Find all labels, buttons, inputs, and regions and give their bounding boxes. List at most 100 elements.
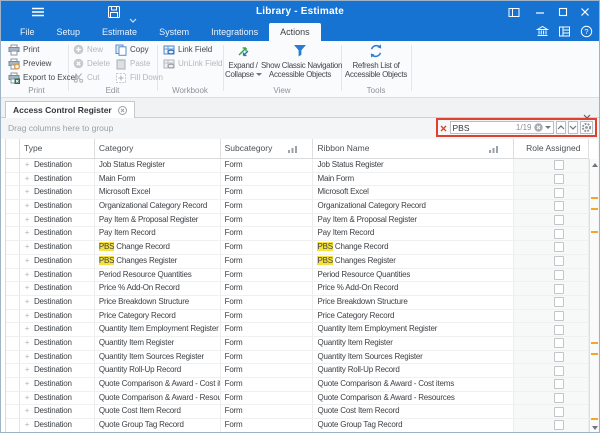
table-row[interactable]: +Destination Price Breakdown Structure F…	[6, 296, 589, 310]
expand-icon[interactable]: +	[20, 241, 34, 254]
table-row[interactable]: +Destination Quote Cost Item Record Form…	[6, 405, 589, 419]
find-next-button[interactable]	[568, 121, 578, 134]
expand-icon[interactable]: +	[20, 405, 34, 418]
copy-button[interactable]: Copy	[115, 43, 149, 56]
tab-setup[interactable]: Setup	[46, 23, 92, 41]
search-input[interactable]	[453, 123, 514, 133]
table-row[interactable]: +Destination Price Category Record Form …	[6, 310, 589, 324]
table-row[interactable]: +Destination Period Resource Quantities …	[6, 269, 589, 283]
role-assigned-checkbox[interactable]	[554, 297, 564, 307]
table-row[interactable]: +Destination Quote Comparison & Award - …	[6, 378, 589, 392]
mdi-window-icon[interactable]	[505, 4, 523, 20]
column-header-role-assigned[interactable]: Role Assigned	[514, 139, 589, 158]
find-previous-button[interactable]	[556, 121, 566, 134]
role-assigned-checkbox[interactable]	[554, 366, 564, 376]
refresh-accessible-objects-button[interactable]: Refresh List of Accessible Objects	[341, 42, 411, 84]
column-header-subcategory[interactable]: Subcategory	[221, 139, 314, 158]
column-header-ribbon-name[interactable]: Ribbon Name	[313, 139, 514, 158]
table-row[interactable]: +Destination Quantity Item Employment Re…	[6, 323, 589, 337]
vertical-scrollbar[interactable]	[589, 159, 598, 433]
filter-icon[interactable]	[288, 145, 298, 153]
expand-icon[interactable]: +	[20, 310, 34, 323]
expand-icon[interactable]: +	[20, 419, 34, 432]
expand-icon[interactable]: +	[20, 296, 34, 309]
table-row[interactable]: +Destination Quantity Roll-Up Record For…	[6, 364, 589, 378]
expand-icon[interactable]: +	[20, 200, 34, 213]
column-header-type[interactable]: Type	[20, 139, 95, 158]
role-assigned-checkbox[interactable]	[554, 174, 564, 184]
table-row[interactable]: +Destination Microsoft Excel Form Micros…	[6, 186, 589, 200]
role-assigned-checkbox[interactable]	[554, 215, 564, 225]
role-assigned-checkbox[interactable]	[554, 311, 564, 321]
role-assigned-checkbox[interactable]	[554, 160, 564, 170]
table-row[interactable]: +Destination Quantity Item Sources Regis…	[6, 351, 589, 365]
table-row[interactable]: +Destination Job Status Register Form Jo…	[6, 159, 589, 173]
export-to-excel-button[interactable]: Export to Excel	[8, 71, 77, 84]
table-row[interactable]: +Destination Main Form Form Main Form	[6, 173, 589, 187]
expand-collapse-button[interactable]: Expand / Collapse	[225, 42, 261, 84]
table-row[interactable]: +Destination PBS Changes Register Form P…	[6, 255, 589, 269]
close-icon[interactable]	[576, 4, 594, 20]
expand-icon[interactable]: +	[20, 323, 34, 336]
expand-icon[interactable]: +	[20, 337, 34, 350]
table-row[interactable]: +Destination Price % Add-On Record Form …	[6, 282, 589, 296]
show-classic-navigation-button[interactable]: Show Classic Navigation Accessible Objec…	[261, 42, 339, 84]
column-header-category[interactable]: Category	[95, 139, 221, 158]
bank-icon[interactable]	[536, 25, 549, 38]
search-close-icon[interactable]	[440, 119, 448, 137]
expand-icon[interactable]: +	[20, 186, 34, 199]
expand-icon[interactable]: +	[20, 269, 34, 282]
layout-grid-icon[interactable]	[558, 25, 571, 38]
table-row[interactable]: +Destination Pay Item Record Form Pay It…	[6, 227, 589, 241]
role-assigned-checkbox[interactable]	[554, 379, 564, 389]
table-row[interactable]: +Destination Pay Item & Proposal Registe…	[6, 214, 589, 228]
table-row[interactable]: +Destination Quote Group Tag Record Form…	[6, 419, 589, 433]
role-assigned-checkbox[interactable]	[554, 325, 564, 335]
scroll-down-icon[interactable]	[591, 424, 598, 431]
role-assigned-checkbox[interactable]	[554, 242, 564, 252]
minimize-icon[interactable]	[531, 4, 549, 20]
table-row[interactable]: +Destination Quantity Item Register Form…	[6, 337, 589, 351]
table-row[interactable]: +Destination Quote Comparison & Award - …	[6, 392, 589, 406]
clear-icon[interactable]	[534, 123, 543, 132]
scroll-up-icon[interactable]	[591, 161, 598, 168]
role-assigned-checkbox[interactable]	[554, 352, 564, 362]
role-assigned-checkbox[interactable]	[554, 393, 564, 403]
expand-icon[interactable]: +	[20, 227, 34, 240]
expand-icon[interactable]: +	[20, 392, 34, 405]
role-assigned-checkbox[interactable]	[554, 188, 564, 198]
expand-icon[interactable]: +	[20, 159, 34, 172]
role-assigned-checkbox[interactable]	[554, 256, 564, 266]
role-assigned-checkbox[interactable]	[554, 270, 564, 280]
preview-button[interactable]: Preview	[8, 57, 51, 70]
table-row[interactable]: +Destination Organizational Category Rec…	[6, 200, 589, 214]
filter-icon[interactable]	[489, 145, 499, 153]
help-icon[interactable]: ?	[580, 25, 593, 38]
expand-icon[interactable]: +	[20, 364, 34, 377]
document-tab-access-control-register[interactable]: Access Control Register	[5, 101, 135, 118]
expand-icon[interactable]: +	[20, 282, 34, 295]
expand-icon[interactable]: +	[20, 351, 34, 364]
role-assigned-checkbox[interactable]	[554, 338, 564, 348]
tab-actions[interactable]: Actions	[269, 23, 321, 41]
table-row[interactable]: +Destination PBS Change Record Form PBS …	[6, 241, 589, 255]
print-button[interactable]: Print	[8, 43, 39, 56]
expand-icon[interactable]: +	[20, 214, 34, 227]
tab-close-icon[interactable]	[118, 106, 127, 115]
role-assigned-checkbox[interactable]	[554, 407, 564, 417]
search-options-button[interactable]	[580, 121, 593, 134]
expand-icon[interactable]: +	[20, 378, 34, 391]
expand-icon[interactable]: +	[20, 173, 34, 186]
link-field-button[interactable]: Link Field	[163, 43, 212, 56]
role-assigned-checkbox[interactable]	[554, 420, 564, 430]
tab-integrations[interactable]: Integrations	[200, 23, 269, 41]
search-caret-icon[interactable]	[545, 126, 551, 129]
role-assigned-checkbox[interactable]	[554, 284, 564, 294]
maximize-icon[interactable]	[554, 4, 572, 20]
tab-estimate[interactable]: Estimate	[91, 23, 148, 41]
role-assigned-checkbox[interactable]	[554, 229, 564, 239]
role-assigned-checkbox[interactable]	[554, 201, 564, 211]
tab-system[interactable]: System	[148, 23, 200, 41]
tab-file[interactable]: File	[9, 23, 46, 41]
expand-icon[interactable]: +	[20, 255, 34, 268]
